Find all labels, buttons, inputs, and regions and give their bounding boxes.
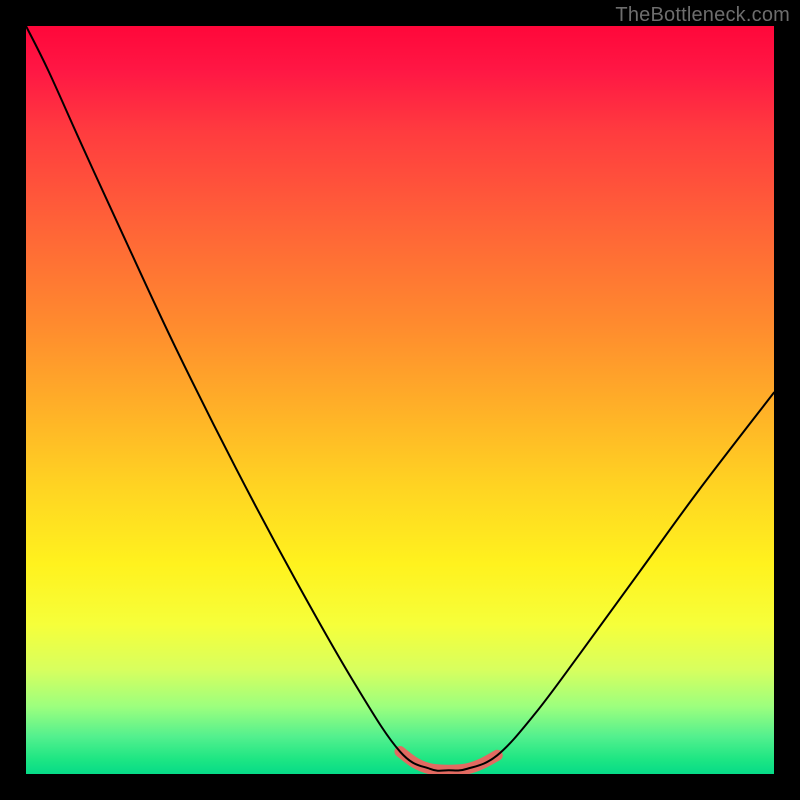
chart-frame: TheBottleneck.com [0,0,800,800]
plot-area [26,26,774,774]
chart-svg [26,26,774,774]
watermark-text: TheBottleneck.com [615,4,790,27]
highlight-zone-path [400,752,497,771]
bottleneck-curve-path [26,26,774,771]
